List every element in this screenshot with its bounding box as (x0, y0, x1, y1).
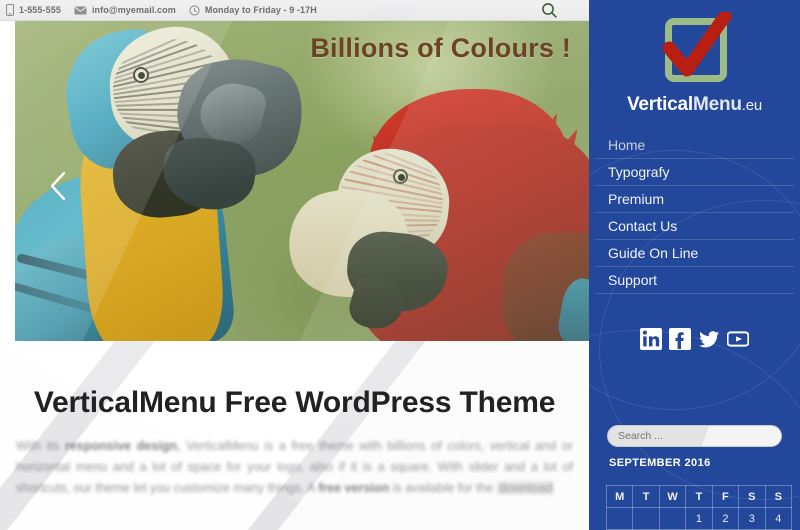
calendar-weekday: S (738, 485, 766, 508)
logo-name-bold: Vertical (626, 94, 693, 115)
twitter-icon[interactable] (698, 328, 720, 350)
calendar-header-row: M T W T F S S (605, 485, 793, 508)
topbar-hours-label: Monday to Friday - 9 -17H (204, 5, 317, 15)
hero-caption: Billions of Colours ! (310, 33, 571, 63)
topbar-email-label: info@myemail.com (91, 5, 176, 15)
main-content-column: 1-555-555 info@myemail.com Monday to Fri… (0, 0, 589, 530)
sidebar-item-typografy[interactable]: Typografy (595, 159, 794, 186)
calendar-weekday: T (632, 485, 660, 508)
sidebar-item-contact-us[interactable]: Contact Us (595, 213, 794, 240)
topbar-email[interactable]: info@myemail.com (74, 5, 176, 15)
slider-prev-arrow-icon[interactable] (43, 168, 73, 204)
sidebar-item-guide-on-line[interactable]: Guide On Line (595, 240, 794, 267)
calendar-row: 1 2 3 4 (605, 507, 793, 530)
topbar-phone-label: 1-555-555 (19, 5, 61, 15)
calendar-weekday: S (764, 485, 793, 508)
calendar-day[interactable]: 3 (738, 507, 766, 530)
sidebar-logo[interactable]: VerticalMenu.eu (589, 0, 800, 116)
sidebar-search-box[interactable] (607, 425, 782, 447)
calendar-weekday: W (658, 485, 687, 508)
body-bold-responsive: responsive design (64, 439, 177, 453)
youtube-icon[interactable] (726, 328, 750, 350)
calendar-widget[interactable]: M T W T F S S 1 2 3 4 (605, 485, 793, 530)
calendar-day[interactable] (605, 507, 634, 530)
page-title: VerticalMenu Free WordPress Theme (33, 386, 556, 419)
calendar-weekday: M (605, 485, 634, 508)
article-section: VerticalMenu Free WordPress Theme With i… (0, 352, 589, 499)
mobile-phone-icon (6, 4, 14, 16)
search-icon (541, 2, 558, 21)
topbar-search-button[interactable] (539, 1, 559, 21)
topbar-phone[interactable]: 1-555-555 (6, 4, 61, 16)
calendar-day[interactable]: 1 (685, 507, 713, 530)
linkedin-icon[interactable] (640, 328, 662, 350)
calendar-title: SEPTEMBER 2016 (609, 457, 711, 469)
hero-slider[interactable]: Billions of Colours ! (15, 21, 589, 341)
calendar-day[interactable] (632, 507, 660, 530)
checkbox-check-logo-icon (653, 12, 737, 90)
browser-page: 1-555-555 info@myemail.com Monday to Fri… (0, 0, 800, 530)
facebook-icon[interactable] (669, 328, 691, 350)
body-part-3: is available for the (389, 481, 497, 495)
social-links (589, 328, 800, 350)
calendar-weekday: T (685, 485, 713, 508)
sidebar: VerticalMenu.eu Home Typografy Premium C… (589, 0, 800, 530)
body-part-1: With its (16, 439, 65, 453)
hero-parrots-image (15, 21, 589, 341)
logo-name-light: Menu (692, 94, 742, 115)
calendar-day[interactable]: 2 (711, 507, 740, 530)
calendar-day[interactable]: 4 (764, 507, 793, 530)
download-link[interactable]: download (496, 481, 555, 495)
calendar-day[interactable] (658, 507, 687, 530)
article-body: With its responsive design, VerticalMenu… (16, 436, 573, 499)
calendar-weekday: F (711, 485, 740, 508)
hero-overlay-texture (15, 21, 589, 341)
logo-tld: .eu (741, 97, 763, 114)
body-bold-free-version: free version (318, 481, 390, 495)
sidebar-item-home[interactable]: Home (595, 132, 794, 159)
envelope-icon (74, 6, 87, 15)
sidebar-item-support[interactable]: Support (595, 267, 794, 294)
sidebar-navigation: Home Typografy Premium Contact Us Guide … (589, 132, 800, 294)
logo-red-checkmark (662, 12, 731, 77)
search-input[interactable] (618, 430, 771, 442)
topbar-hours: Monday to Friday - 9 -17H (189, 4, 317, 16)
clock-icon (189, 4, 200, 16)
sidebar-item-premium[interactable]: Premium (595, 186, 794, 213)
logo-text: VerticalMenu.eu (627, 94, 762, 116)
top-info-bar: 1-555-555 info@myemail.com Monday to Fri… (0, 0, 589, 21)
